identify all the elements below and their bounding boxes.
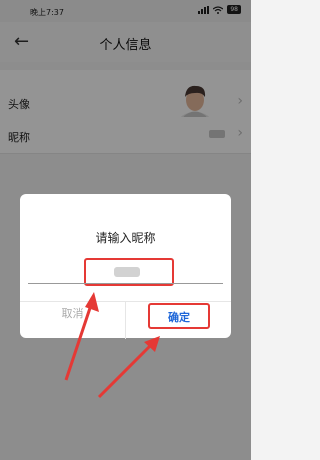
arrow-to-confirm <box>97 336 160 399</box>
arrow-to-input <box>64 292 99 381</box>
annotation-arrows <box>64 292 160 399</box>
